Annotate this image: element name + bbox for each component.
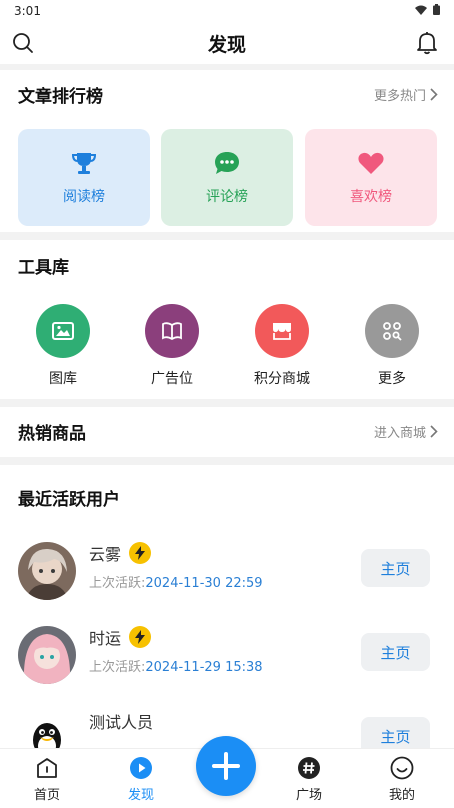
avatar[interactable]: [18, 626, 76, 684]
app-bar: 发现: [0, 22, 454, 64]
reading-rank-label: 阅读榜: [63, 188, 105, 205]
user-row: 时运 上次活跃:2024-11-29 15:38 主页: [0, 613, 454, 697]
tool-more-label: 更多: [378, 371, 406, 387]
user-name: 测试人员: [89, 713, 154, 732]
more-hot-link[interactable]: 更多热门: [374, 85, 438, 104]
hashtag-icon: [298, 757, 320, 779]
tool-ad-slot-label: 广告位: [151, 371, 193, 387]
last-active-label: 上次活跃:: [89, 576, 146, 591]
add-post-button[interactable]: [196, 736, 256, 796]
status-time: 3:01: [14, 4, 41, 18]
more-apps-icon: [383, 322, 402, 341]
tool-points-mall-label: 积分商城: [254, 371, 310, 387]
tool-more[interactable]: 更多: [347, 304, 437, 388]
active-users-title: 最近活跃用户: [18, 490, 120, 510]
wifi-icon: [415, 4, 427, 18]
play-circle-icon: [130, 757, 152, 779]
smile-icon: [390, 756, 414, 780]
hot-goods-section: 热销商品 进入商城: [0, 407, 454, 457]
home-icon: [37, 758, 57, 778]
user-row: 云雾 上次活跃:2024-11-30 22:59 主页: [0, 529, 454, 613]
plus-icon: [212, 752, 240, 780]
ranking-section: 文章排行榜 更多热门 阅读榜 评论榜 喜欢榜: [0, 70, 454, 232]
book-icon: [162, 322, 182, 340]
tool-gallery[interactable]: 图库: [18, 304, 108, 388]
search-icon: [13, 33, 33, 53]
last-active-label: 上次活跃:: [89, 660, 146, 675]
tab-mine[interactable]: 我的: [372, 756, 432, 803]
reading-rank-card[interactable]: 阅读榜: [18, 129, 150, 226]
tools-title: 工具库: [18, 258, 69, 278]
lightning-badge-icon: [129, 626, 152, 648]
user-name: 时运: [89, 629, 122, 648]
hot-goods-title: 热销商品: [18, 424, 86, 444]
user-home-button[interactable]: 主页: [361, 549, 430, 587]
ranking-title: 文章排行榜: [18, 87, 103, 107]
last-active-time: 2024-11-30 22:59: [145, 576, 263, 591]
store-icon: [273, 323, 291, 340]
tab-square[interactable]: 广场: [279, 756, 339, 803]
notification-button[interactable]: [414, 30, 440, 56]
tools-section: 工具库 图库 广告位 积分商城 更多: [0, 240, 454, 399]
lightning-badge-icon: [129, 542, 152, 564]
tool-gallery-label: 图库: [49, 371, 77, 387]
active-users-section: 最近活跃用户 云雾 上次活跃:2024-11-30 22:59 主页 时运 上次…: [0, 465, 454, 768]
tool-points-mall[interactable]: 积分商城: [237, 304, 327, 388]
trophy-icon: [71, 152, 97, 174]
heart-icon: [358, 152, 384, 174]
enter-mall-link[interactable]: 进入商城: [374, 422, 438, 441]
user-home-button[interactable]: 主页: [361, 633, 430, 671]
bell-icon: [417, 32, 437, 55]
comment-icon: [215, 151, 239, 174]
tab-discover[interactable]: 发现: [111, 756, 171, 803]
comment-rank-card[interactable]: 评论榜: [161, 129, 293, 226]
tool-ad-slot[interactable]: 广告位: [127, 304, 217, 388]
chevron-right-icon: [430, 425, 438, 438]
user-name: 云雾: [89, 545, 122, 564]
image-icon: [52, 322, 74, 340]
page-title: 发现: [207, 33, 246, 56]
status-bar: 3:01: [0, 0, 454, 22]
battery-icon: [433, 4, 440, 18]
like-rank-card[interactable]: 喜欢榜: [305, 129, 437, 226]
avatar[interactable]: [18, 542, 76, 600]
last-active-time: 2024-11-29 15:38: [145, 660, 263, 675]
like-rank-label: 喜欢榜: [350, 188, 392, 205]
chevron-right-icon: [430, 88, 438, 101]
tab-home[interactable]: 首页: [17, 756, 77, 803]
search-button[interactable]: [10, 30, 36, 56]
comment-rank-label: 评论榜: [206, 188, 248, 205]
